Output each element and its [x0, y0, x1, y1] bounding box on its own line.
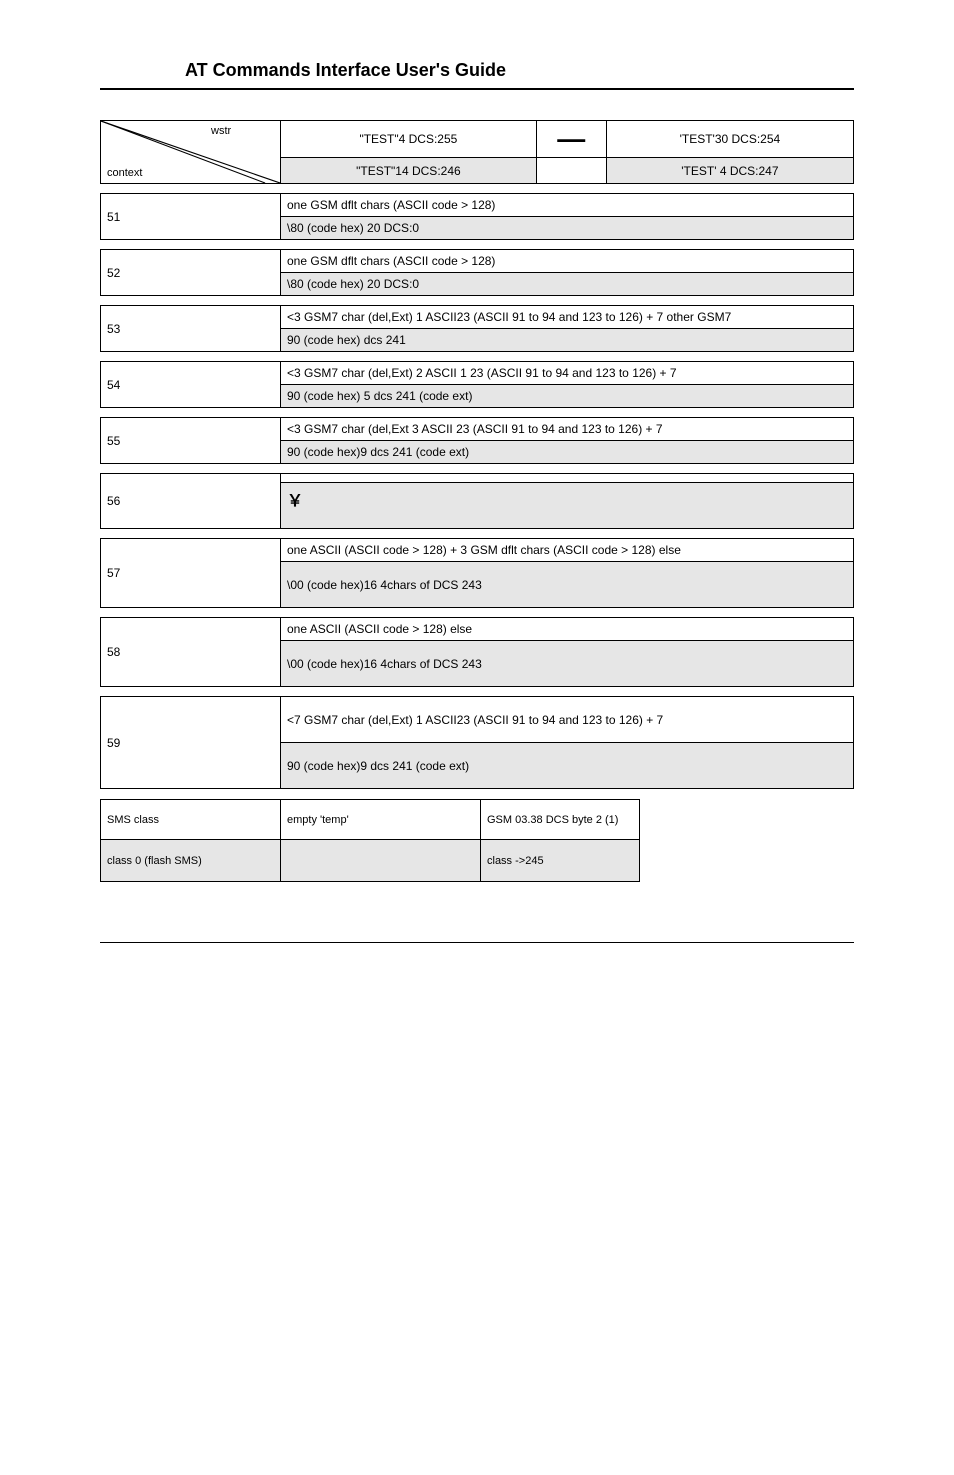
row-grey-text: \00 (code hex)16 4chars of DCS 243 — [281, 562, 854, 608]
col-sub-2 — [536, 158, 606, 184]
col-sub-3: 'TEST' 4 DCS:247 — [606, 158, 853, 184]
row-num: 54 — [101, 362, 281, 408]
row-num: 58 — [101, 618, 281, 687]
secondary-table-header: SMS class empty 'temp' GSM 03.38 DCS byt… — [101, 800, 640, 840]
bt-cell-2 — [281, 840, 481, 882]
secondary-table-row: class 0 (flash SMS) class ->245 — [101, 840, 640, 882]
col-head-3: 'TEST'30 DCS:254 — [606, 121, 853, 158]
table-row: 54 <3 GSM7 char (del,Ext) 2 ASCII 1 23 (… — [101, 362, 854, 385]
row-grey-text: \80 (code hex) 20 DCS:0 — [281, 273, 854, 296]
table-row: 51 one GSM dflt chars (ASCII code > 128) — [101, 194, 854, 217]
diag-bottom-label: context — [107, 167, 142, 179]
row-white-text — [281, 474, 854, 483]
row-num: 59 — [101, 697, 281, 789]
row-grey-text: 90 (code hex) 5 dcs 241 (code ext) — [281, 385, 854, 408]
row-grey-text: \80 (code hex) 20 DCS:0 — [281, 217, 854, 240]
row-white-text: <3 GSM7 char (del,Ext 3 ASCII 23 (ASCII … — [281, 418, 854, 441]
col-head-1: "TEST"4 DCS:255 — [281, 121, 537, 158]
table-row: 57 one ASCII (ASCII code > 128) + 3 GSM … — [101, 539, 854, 562]
row-num: 51 — [101, 194, 281, 240]
row-white-text: <7 GSM7 char (del,Ext) 1 ASCII23 (ASCII … — [281, 697, 854, 743]
row-num: 56 — [101, 474, 281, 529]
row-white-text: one ASCII (ASCII code > 128) else — [281, 618, 854, 641]
row-grey-text: 90 (code hex)9 dcs 241 (code ext) — [281, 743, 854, 789]
table-row: 55 <3 GSM7 char (del,Ext 3 ASCII 23 (ASC… — [101, 418, 854, 441]
yen-icon: ￥ — [287, 493, 303, 510]
table-row: 52 one GSM dflt chars (ASCII code > 128) — [101, 250, 854, 273]
table-row: 58 one ASCII (ASCII code > 128) else — [101, 618, 854, 641]
row-white-text: <3 GSM7 char (del,Ext) 2 ASCII 1 23 (ASC… — [281, 362, 854, 385]
footer-rule — [100, 942, 854, 944]
row-grey-text: 90 (code hex)9 dcs 241 (code ext) — [281, 441, 854, 464]
row-white-text: one GSM dflt chars (ASCII code > 128) — [281, 250, 854, 273]
bt-col-1: SMS class — [101, 800, 281, 840]
secondary-table: SMS class empty 'temp' GSM 03.38 DCS byt… — [100, 799, 640, 882]
row-white-text: <3 GSM7 char (del,Ext) 1 ASCII23 (ASCII … — [281, 306, 854, 329]
row-grey-text: ￥ — [281, 483, 854, 529]
page-title: AT Commands Interface User's Guide — [185, 60, 506, 81]
bt-col-3: GSM 03.38 DCS byte 2 (1) — [481, 800, 640, 840]
col-head-dash: — — [536, 121, 606, 158]
bt-col-2: empty 'temp' — [281, 800, 481, 840]
row-num: 55 — [101, 418, 281, 464]
bt-cell-1: class 0 (flash SMS) — [101, 840, 281, 882]
row-grey-text: \00 (code hex)16 4chars of DCS 243 — [281, 641, 854, 687]
row-num: 52 — [101, 250, 281, 296]
bt-cell-3: class ->245 — [481, 840, 640, 882]
diag-top-label: wstr — [211, 125, 231, 137]
main-table: wstr context "TEST"4 DCS:255 — 'TEST'30 … — [100, 120, 854, 789]
table-row: 59 <7 GSM7 char (del,Ext) 1 ASCII23 (ASC… — [101, 697, 854, 743]
header-rule: AT Commands Interface User's Guide — [100, 60, 854, 90]
row-white-text: one GSM dflt chars (ASCII code > 128) — [281, 194, 854, 217]
row-white-text: one ASCII (ASCII code > 128) + 3 GSM dfl… — [281, 539, 854, 562]
diagonal-header-cell: wstr context — [101, 121, 281, 184]
col-sub-1: "TEST"14 DCS:246 — [281, 158, 537, 184]
row-num: 53 — [101, 306, 281, 352]
row-grey-text: 90 (code hex) dcs 241 — [281, 329, 854, 352]
row-num: 57 — [101, 539, 281, 608]
table-row: 53 <3 GSM7 char (del,Ext) 1 ASCII23 (ASC… — [101, 306, 854, 329]
table-row: 56 — [101, 474, 854, 483]
